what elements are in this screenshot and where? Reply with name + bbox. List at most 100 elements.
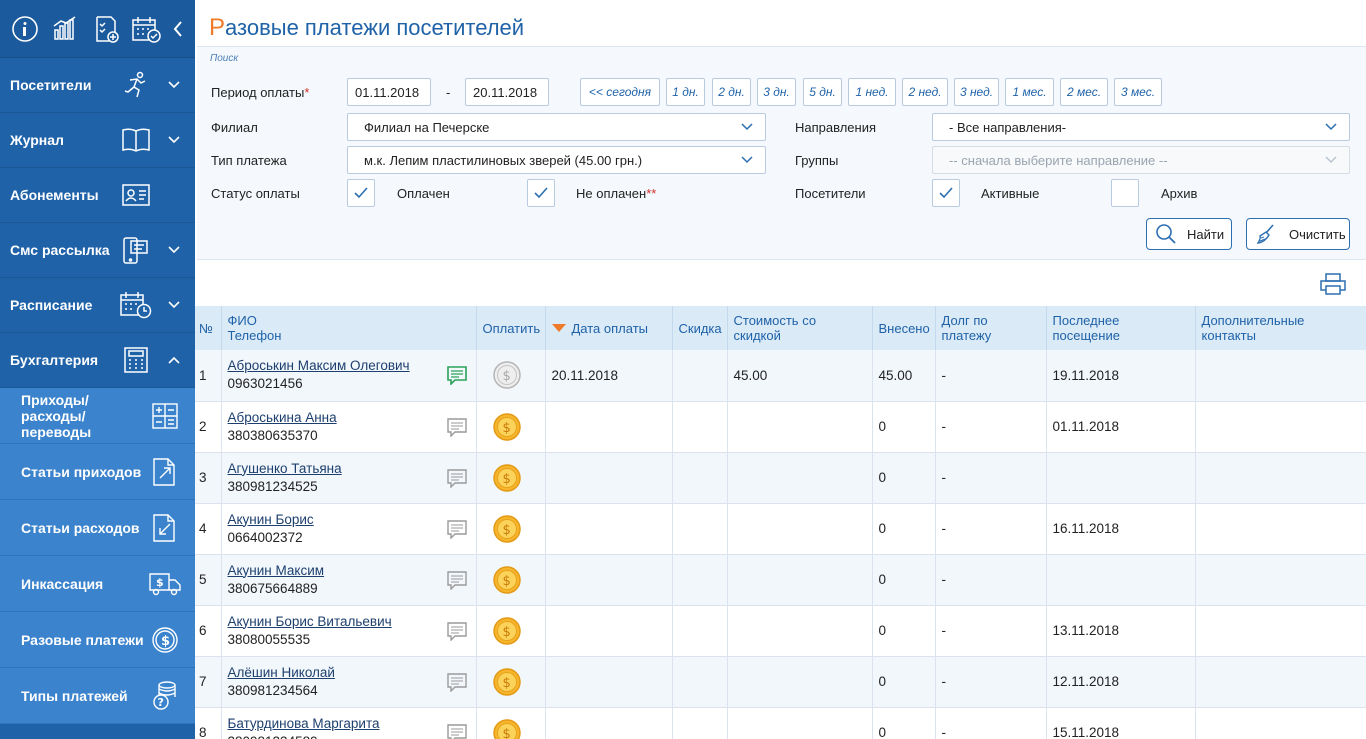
cell-debt: -	[935, 554, 1047, 606]
quick-3-days-button[interactable]: 3 дн.	[757, 78, 796, 106]
message-icon[interactable]	[446, 365, 468, 385]
svg-text:$: $	[502, 472, 510, 487]
visitor-name-link[interactable]: Батурдинова Маргарита	[228, 715, 470, 733]
cell-cost	[727, 707, 873, 739]
col-cost-header[interactable]: Стоимость со скидкой	[727, 306, 873, 350]
col-fio-header[interactable]: ФИО Телефон	[221, 306, 477, 350]
active-checkbox[interactable]	[932, 179, 960, 207]
quick-2-days-button[interactable]: 2 дн.	[712, 78, 751, 106]
collapse-sidebar-icon[interactable]	[171, 17, 185, 41]
sidebar-item-visitors[interactable]: Посетители	[0, 58, 195, 113]
paid-checkbox[interactable]	[347, 179, 375, 207]
date-to-input[interactable]: 20.11.2018	[465, 78, 549, 106]
sidebar-subitem-income-items[interactable]: Статьи приходов	[0, 444, 195, 500]
coin-pay-icon[interactable]: $	[492, 463, 522, 493]
cell-cost	[727, 605, 873, 657]
date-from-input[interactable]: 01.11.2018	[347, 78, 431, 106]
cell-paid: 0	[872, 707, 936, 739]
sidebar-subitem-transfers[interactable]: Приходы/расходы/ переводы	[0, 388, 195, 444]
visitors-label: Посетители	[795, 186, 866, 201]
table-row: 7 Алёшин Николай 380981234564 $0-12.11.2018	[195, 656, 1366, 708]
quick-1-month-button[interactable]: 1 мес.	[1005, 78, 1054, 106]
col-last-visit-header[interactable]: Последнее посещение	[1046, 306, 1196, 350]
coin-pay-icon[interactable]: $	[492, 667, 522, 697]
col-discount-header[interactable]: Скидка	[672, 306, 728, 350]
unpaid-checkbox[interactable]	[527, 179, 555, 207]
cell-date	[545, 554, 673, 606]
coin-pay-icon[interactable]: $	[492, 514, 522, 544]
chevron-down-icon	[159, 136, 189, 144]
visitor-name-link[interactable]: Аброськин Максим Олегович	[228, 357, 470, 375]
quick-2-months-button[interactable]: 2 мес.	[1060, 78, 1108, 106]
col-debt-header[interactable]: Долг по платежу	[935, 306, 1047, 350]
svg-text:$: $	[502, 574, 510, 589]
cell-pay: $	[476, 656, 546, 708]
visitor-name-link[interactable]: Алёшин Николай	[228, 664, 470, 682]
sidebar-item-sms[interactable]: Смс рассылка	[0, 223, 195, 278]
clear-button[interactable]: Очистить	[1246, 218, 1350, 250]
sidebar-subitem-collection[interactable]: Инкассация $	[0, 556, 195, 612]
checklist-icon[interactable]	[90, 13, 121, 45]
col-date-header[interactable]: Дата оплаты	[545, 306, 673, 350]
sidebar-item-schedule[interactable]: Расписание	[0, 278, 195, 333]
date-range-dash: -	[446, 85, 451, 100]
col-paid-header[interactable]: Внесено	[872, 306, 936, 350]
checkmark-icon	[354, 187, 368, 199]
cell-contacts	[1195, 656, 1366, 708]
coin-pay-icon[interactable]: $	[492, 412, 522, 442]
sidebar-item-subscriptions[interactable]: Абонементы	[0, 168, 195, 223]
sidebar-item-accounting[interactable]: Бухгалтерия	[0, 333, 195, 388]
cell-discount	[672, 350, 728, 402]
sidebar-item-journal[interactable]: Журнал	[0, 113, 195, 168]
info-icon[interactable]	[9, 13, 40, 45]
period-label: Период оплаты*	[211, 85, 310, 100]
cell-discount	[672, 605, 728, 657]
quick-3-months-button[interactable]: 3 мес.	[1114, 78, 1162, 106]
quick-2-weeks-button[interactable]: 2 нед.	[902, 78, 948, 106]
cell-paid: 0	[872, 605, 936, 657]
cell-discount	[672, 503, 728, 555]
quick-1-week-button[interactable]: 1 нед.	[848, 78, 896, 106]
sidebar-subitem-expense-items[interactable]: Статьи расходов	[0, 500, 195, 556]
visitor-name-link[interactable]: Акунин Борис	[228, 511, 470, 529]
quick-1-day-button[interactable]: 1 дн.	[666, 78, 705, 106]
message-icon[interactable]	[446, 570, 468, 590]
branch-select[interactable]: Филиал на Печерске	[347, 113, 766, 141]
visitor-name-link[interactable]: Агушенко Татьяна	[228, 460, 470, 478]
chart-icon[interactable]	[49, 13, 80, 45]
sidebar-subitem-payment-types[interactable]: Типы платежей ?	[0, 668, 195, 724]
cell-fio: Аброськина Анна 380380635370	[221, 401, 477, 453]
cell-discount	[672, 554, 728, 606]
svg-text:$: $	[161, 634, 170, 649]
visitor-name-link[interactable]: Акунин Максим	[228, 562, 470, 580]
find-button[interactable]: Найти	[1146, 218, 1232, 250]
message-icon[interactable]	[446, 519, 468, 539]
app-window: Посетители Журнал Абонементы Смс рассылк…	[0, 0, 1366, 739]
print-icon[interactable]	[1319, 273, 1347, 295]
message-icon[interactable]	[446, 723, 468, 739]
message-icon[interactable]	[446, 468, 468, 488]
coin-pay-icon[interactable]: $	[492, 616, 522, 646]
visitor-name-link[interactable]: Акунин Борис Витальевич	[228, 613, 470, 631]
paytype-select[interactable]: м.к. Лепим пластилиновых зверей (45.00 г…	[347, 146, 766, 174]
sidebar-subitem-one-time-payments[interactable]: Разовые платежи $	[0, 612, 195, 668]
quick-today-button[interactable]: << сегодня	[580, 78, 660, 106]
coin-pay-icon[interactable]: $	[492, 565, 522, 595]
active-label: Активные	[981, 186, 1040, 201]
quick-3-weeks-button[interactable]: 3 нед.	[954, 78, 999, 106]
visitor-name-link[interactable]: Аброськина Анна	[228, 409, 470, 427]
message-icon[interactable]	[446, 417, 468, 437]
calendar-icon[interactable]	[130, 13, 162, 45]
message-icon[interactable]	[446, 621, 468, 641]
visitor-phone: 380981234525	[227, 478, 318, 494]
svg-text:$: $	[502, 369, 510, 384]
message-icon[interactable]	[446, 672, 468, 692]
cell-num: 2	[195, 401, 222, 453]
direction-select[interactable]: - Все направления-	[932, 113, 1350, 141]
archive-checkbox[interactable]	[1111, 179, 1139, 207]
direction-label: Направления	[795, 120, 877, 135]
table-row: 4 Акунин Борис 0664002372 $0-16.11.2018	[195, 503, 1366, 555]
quick-5-days-button[interactable]: 5 дн.	[803, 78, 842, 106]
coin-pay-icon[interactable]: $	[492, 718, 522, 739]
cell-contacts	[1195, 503, 1366, 555]
